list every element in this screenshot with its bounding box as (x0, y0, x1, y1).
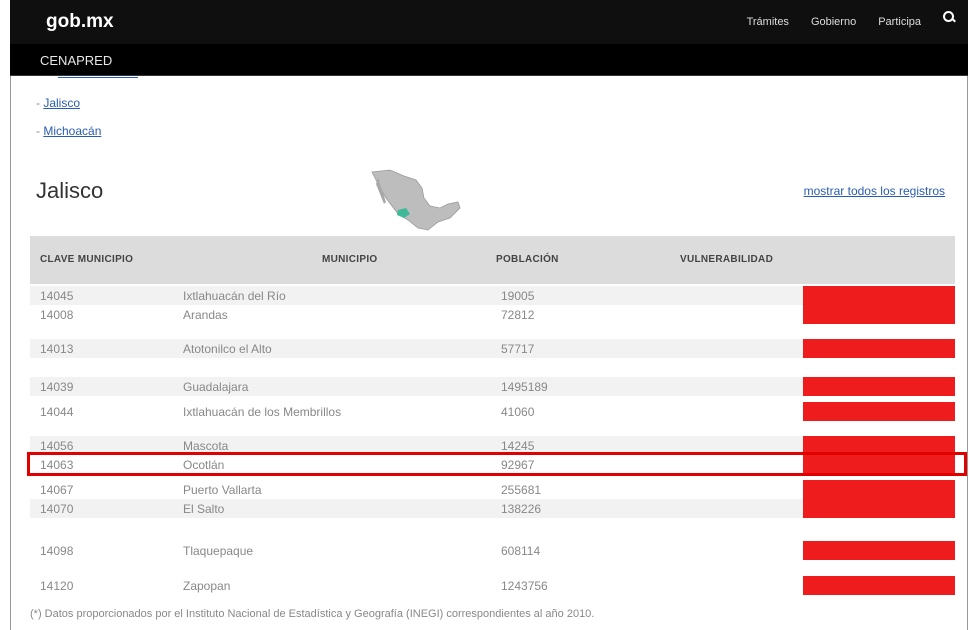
footnote: (*) Datos proporcionados por el Institut… (30, 608, 595, 620)
header-vulnerabilidad: VULNERABILIDAD (680, 254, 774, 265)
table-row: 14039 Guadalajara 1495189 (30, 377, 955, 396)
vulnerability-bar (803, 286, 955, 305)
header-clave: CLAVE MUNICIPIO (40, 254, 134, 265)
table-row: 14070 El Salto 138226 (30, 499, 955, 518)
nav-participa[interactable]: Participa (878, 16, 921, 28)
section-title[interactable]: CENAPRED (40, 53, 112, 68)
state-item: - Michoacán (36, 124, 102, 138)
nav-gobierno[interactable]: Gobierno (811, 16, 856, 28)
state-link-jalisco[interactable]: Jalisco (43, 96, 80, 110)
frame-right-border (967, 0, 968, 630)
frame-left-border (10, 0, 11, 630)
row-highlight-box (27, 452, 967, 476)
vulnerability-bar (803, 541, 955, 560)
vulnerability-bar (803, 576, 955, 595)
vulnerability-bar (803, 402, 955, 421)
cut-off-link-underline (58, 77, 138, 78)
top-nav: Trámites Gobierno Participa (747, 11, 956, 28)
header-municipio: MUNICIPIO (322, 254, 378, 265)
state-link-michoacan[interactable]: Michoacán (43, 124, 101, 138)
vulnerability-bar (803, 377, 955, 396)
table-row: 14008 Arandas 72812 (30, 305, 955, 324)
mexico-map-icon (371, 169, 461, 231)
vulnerability-bar (803, 339, 955, 358)
header-poblacion: POBLACIÓN (496, 254, 559, 265)
table-row: 14013 Atotonilco el Alto 57717 (30, 339, 955, 358)
nav-tramites[interactable]: Trámites (747, 16, 789, 28)
states-list: - Jalisco - Michoacán (36, 96, 101, 152)
table-row: 14120 Zapopan 1243756 (30, 576, 955, 595)
vulnerability-bar (803, 480, 955, 499)
show-all-records-link[interactable]: mostrar todos los registros (804, 184, 945, 198)
vulnerability-bar (803, 499, 955, 518)
page-title: Jalisco (36, 178, 104, 203)
table-row: 14045 Ixtlahuacán del Río 19005 (30, 286, 955, 305)
section-bar: CENAPRED (10, 44, 968, 76)
gob-logo[interactable]: gob.mx (46, 11, 114, 33)
table-row: 14067 Puerto Vallarta 255681 (30, 480, 955, 499)
top-navbar: gob.mx Trámites Gobierno Participa (10, 0, 968, 44)
table-row: 14044 Ixtlahuacán de los Membrillos 41060 (30, 402, 955, 421)
search-icon[interactable] (943, 11, 956, 24)
table-row: 14098 Tlaquepaque 608114 (30, 541, 955, 560)
table-header: CLAVE MUNICIPIO MUNICIPIO POBLACIÓN VULN… (30, 236, 955, 284)
vulnerability-bar (803, 305, 955, 324)
state-item: - Jalisco (36, 96, 81, 110)
